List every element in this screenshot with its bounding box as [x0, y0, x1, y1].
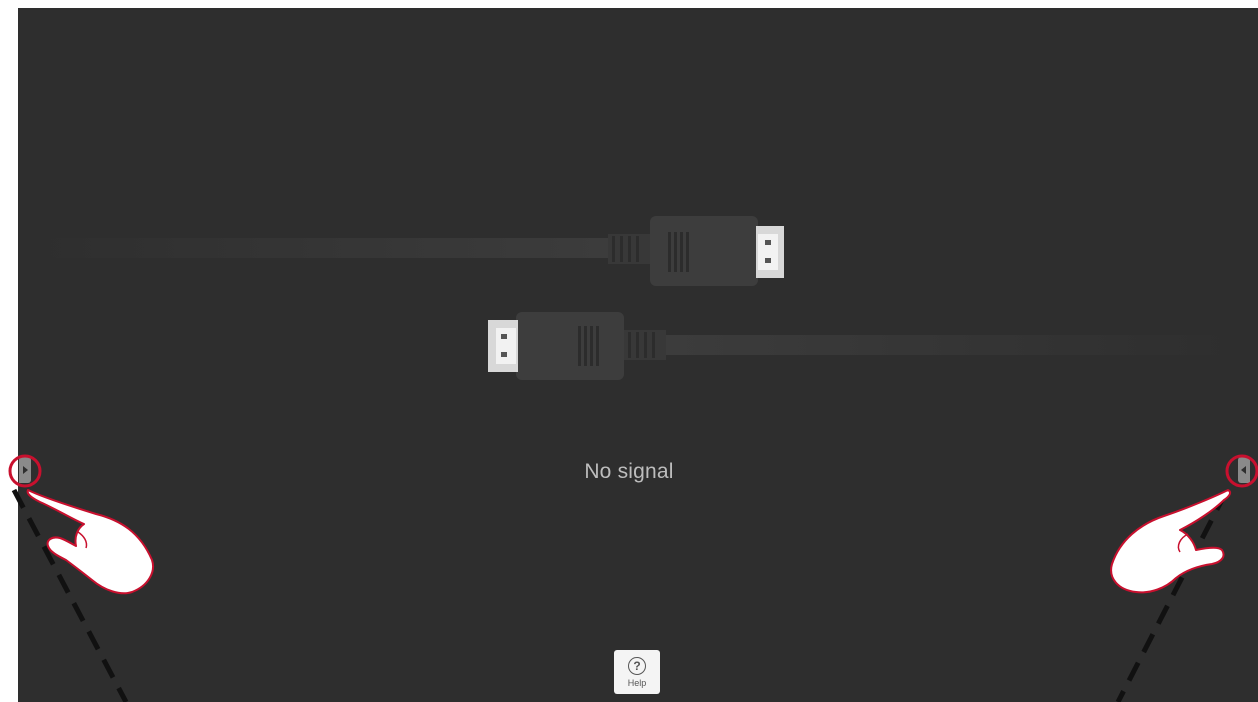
- help-button[interactable]: ? Help: [614, 650, 660, 694]
- chevron-left-icon: [1241, 466, 1246, 474]
- question-circle-icon: ?: [628, 656, 646, 675]
- chevron-right-icon: [23, 466, 28, 474]
- help-label: Help: [627, 677, 647, 688]
- no-signal-text: No signal: [584, 460, 674, 483]
- hdmi-cables-illustration: [30, 216, 1240, 380]
- hdmi-cable-top: [30, 216, 784, 286]
- left-edge-toolbar-tab[interactable]: [19, 457, 31, 483]
- right-edge-toolbar-tab[interactable]: [1238, 457, 1250, 483]
- hdmi-cable-bottom: [488, 312, 1240, 380]
